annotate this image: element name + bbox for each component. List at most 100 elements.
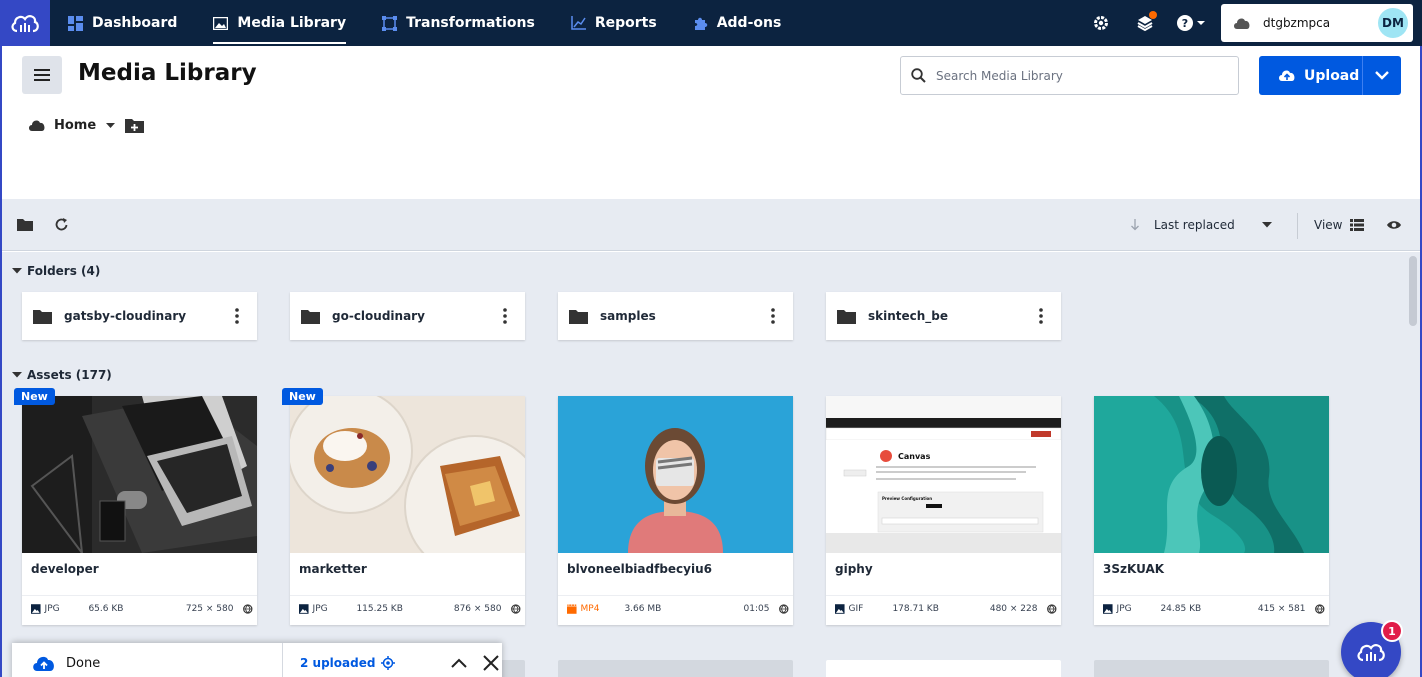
asset-card-partial[interactable] [826,660,1061,677]
asset-card[interactable]: New marketter JPG 115.25 KB 876 × 580 [282,388,525,625]
asset-card[interactable]: New developer JPG 65.6 KB 725 × 580 [14,388,257,625]
notifications-button[interactable] [1123,0,1167,46]
folder-menu-button[interactable] [1029,304,1053,328]
library-toolbar: Last replaced View [2,199,1420,251]
asset-card[interactable]: 3SzKUAK JPG 24.85 KB 415 × 581 [1094,396,1329,625]
folder-menu-button[interactable] [225,304,249,328]
search-input[interactable] [936,68,1226,83]
upload-label: Upload [1304,67,1360,84]
folder-view-button[interactable] [14,214,36,236]
abstract-teal-thumbnail [1094,396,1329,553]
folder-menu-button[interactable] [493,304,517,328]
asset-dimensions: 480 × 228 [989,604,1038,614]
asset-card[interactable]: Canvas Preview Configuration giphy GIF 1… [826,396,1061,625]
refresh-button[interactable] [50,214,72,236]
gear-icon [1094,16,1108,30]
upload-button[interactable]: Upload [1259,56,1362,95]
close-icon[interactable] [483,655,500,671]
folders-section-toggle[interactable]: Folders (4) [12,264,100,278]
cloudinary-logo[interactable] [0,0,50,46]
locate-icon[interactable] [381,656,396,670]
caret-down-icon [12,268,22,274]
cloud-logo-icon [11,15,39,33]
video-icon [567,604,577,614]
kebab-icon [503,308,507,324]
reports-icon [571,16,586,30]
menu-toggle-button[interactable] [22,56,62,94]
video-thumbnail [558,396,793,553]
refresh-icon [55,218,67,231]
giphy-thumb-section: Preview Configuration [882,496,932,501]
asset-thumbnail [1094,396,1329,553]
view-toggle[interactable]: View [1314,199,1365,251]
new-badge: New [14,388,55,405]
caret-down-icon[interactable] [106,122,116,129]
media-library-icon [213,16,229,30]
cloud-upload-icon [33,656,54,671]
folder-icon [837,309,856,324]
avatar[interactable]: DM [1378,8,1408,38]
folder-icon [569,309,588,324]
nav-add-ons[interactable]: Add-ons [675,0,800,46]
arrow-down-icon [1131,219,1139,231]
nav-dashboard[interactable]: Dashboard [50,0,195,46]
folder-card[interactable]: gatsby-cloudinary [22,292,257,340]
page-header: Media Library Upload Home [2,46,1420,199]
breadcrumb-home[interactable]: Home [54,118,96,133]
asset-card[interactable]: blvoneelbiadfbecyiu6 MP4 3.66 MB 01:05 [558,396,793,625]
search-box[interactable] [900,56,1239,95]
upload-status-text: Done [66,655,101,671]
asset-size: 3.66 MB [624,604,662,614]
folder-name: gatsby-cloudinary [64,309,187,323]
asset-meta: MP4 3.66 MB 01:05 [567,604,789,614]
asset-card-partial[interactable] [558,660,793,677]
kebab-icon [771,308,775,324]
eye-icon[interactable] [1386,214,1402,236]
cloud-icon [29,120,45,131]
svg-text:?: ? [1182,17,1188,30]
folder-menu-button[interactable] [761,304,785,328]
top-nav: Dashboard Media Library Transformations … [0,0,1422,46]
asset-thumbnail [290,396,525,553]
asset-size: 65.6 KB [88,604,124,614]
image-icon [1103,604,1113,614]
globe-icon [779,604,789,614]
card-divider [558,595,793,596]
settings-button[interactable] [1079,0,1123,46]
account-switcher[interactable]: dtgbzmpca DM [1221,4,1413,42]
nav-transformations[interactable]: Transformations [364,0,553,46]
caret-down-icon [1262,222,1272,228]
chevron-up-icon[interactable] [451,658,468,668]
list-view-icon [1350,219,1365,231]
folder-card[interactable]: skintech_be [826,292,1061,340]
folder-card[interactable]: samples [558,292,793,340]
upload-button-group: Upload [1259,56,1401,95]
globe-icon [1047,604,1057,614]
asset-card-partial[interactable] [1094,660,1329,677]
folder-icon [33,309,52,324]
scrollbar-thumb[interactable] [1409,256,1417,326]
asset-size: 24.85 KB [1160,604,1202,614]
assets-section-toggle[interactable]: Assets (177) [12,368,112,382]
giphy-thumb-heading: Canvas [898,452,931,461]
asset-name: marketter [299,562,367,576]
content-scrollbar[interactable] [1406,252,1420,677]
help-menu[interactable]: ? [1167,0,1215,46]
sort-control[interactable]: Last replaced [1130,199,1272,251]
add-folder-icon[interactable] [125,118,145,133]
nav-media-library[interactable]: Media Library [195,0,364,46]
image-icon [299,604,309,614]
asset-dimensions: 725 × 580 [185,604,234,614]
nav-reports[interactable]: Reports [553,0,675,46]
caret-down-icon [12,372,22,378]
notification-dot [1149,11,1157,19]
library-content: Folders (4) gatsby-cloudinary go-cloudin… [2,252,1406,677]
upload-status-panel: Done 2 uploaded [12,643,502,677]
breadcrumb: Home [28,118,145,133]
upload-options-button[interactable] [1363,71,1401,80]
uploaded-count-link[interactable]: 2 uploaded [300,656,375,670]
folder-card[interactable]: go-cloudinary [290,292,525,340]
help-icon: ? [1177,15,1205,31]
food-photo-thumbnail [290,396,525,553]
asset-name: blvoneelbiadfbecyiu6 [567,562,712,576]
